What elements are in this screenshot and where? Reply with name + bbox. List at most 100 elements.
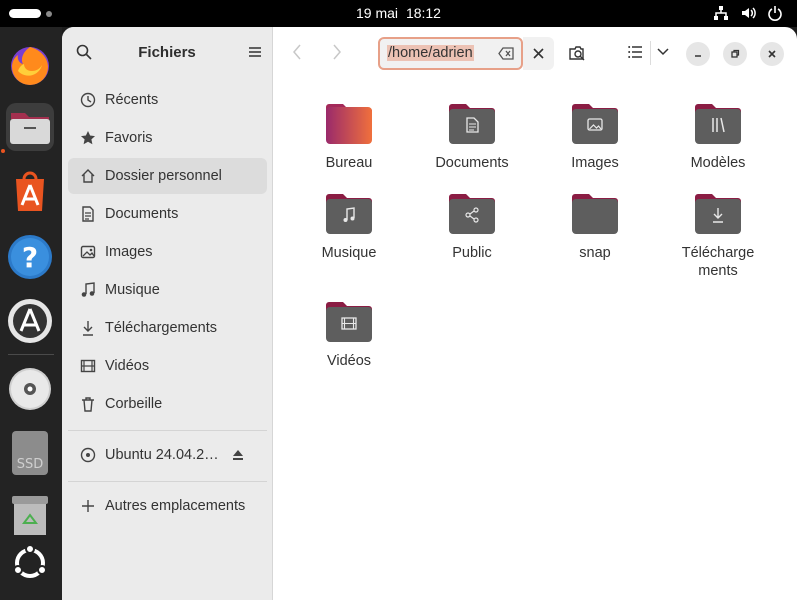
folder-music[interactable]: Musique xyxy=(299,193,399,262)
search-files-icon[interactable] xyxy=(568,44,588,62)
clear-text-icon[interactable] xyxy=(498,47,514,60)
eject-icon[interactable] xyxy=(232,449,244,461)
ssd-icon: SSD xyxy=(12,431,48,475)
sidebar-item-other-locations[interactable]: Autres emplacements xyxy=(68,488,267,524)
sidebar: Fichiers Récents Favoris Dossier personn… xyxy=(62,27,273,600)
minimize-icon xyxy=(695,55,701,57)
file-label: Vidéos xyxy=(326,353,372,369)
desktop-folder-icon xyxy=(325,103,373,145)
sidebar-item-home[interactable]: Dossier personnel xyxy=(68,158,267,194)
disc-icon xyxy=(9,368,51,410)
power-icon xyxy=(768,6,782,21)
trash-icon xyxy=(12,496,48,535)
disc-launcher[interactable] xyxy=(6,365,54,413)
files-icon xyxy=(10,113,50,144)
firefox-launcher[interactable] xyxy=(6,41,54,89)
sidebar-item-videos[interactable]: Vidéos xyxy=(68,348,267,384)
file-label: Bureau xyxy=(325,155,373,171)
sidebar-item-label: Corbeille xyxy=(105,396,163,412)
video-icon xyxy=(80,359,96,373)
sidebar-item-label: Musique xyxy=(105,282,160,298)
location-entry[interactable]: /home/adrien xyxy=(378,37,523,70)
folder-public[interactable]: Public xyxy=(422,193,522,262)
svg-text:?: ? xyxy=(22,241,38,274)
help-icon: ? xyxy=(8,235,52,279)
documents-folder-icon xyxy=(448,103,496,145)
forward-icon[interactable] xyxy=(331,43,343,61)
software-updater-launcher[interactable] xyxy=(6,297,54,345)
sidebar-item-label: Récents xyxy=(105,92,159,108)
close-location-button[interactable] xyxy=(523,37,554,70)
back-icon[interactable] xyxy=(291,43,303,61)
templates-folder-icon xyxy=(694,103,742,145)
clock[interactable]: 19 mai 18:12 xyxy=(0,5,797,21)
running-indicator xyxy=(1,149,5,153)
sidebar-item-label: Téléchargements xyxy=(105,320,218,336)
help-launcher[interactable]: ? xyxy=(6,233,54,281)
plus-icon xyxy=(82,500,94,512)
folder-videos[interactable]: Vidéos xyxy=(299,301,399,370)
volume-icon xyxy=(742,7,756,19)
folder-documents[interactable]: Documents xyxy=(422,103,522,172)
folder-desktop[interactable]: Bureau xyxy=(299,103,399,172)
minimize-button[interactable] xyxy=(686,42,710,66)
top-bar: 19 mai 18:12 xyxy=(0,0,797,27)
file-grid: Bureau Documents Images Modèles Musique … xyxy=(273,79,797,600)
sidebar-item-trash[interactable]: Corbeille xyxy=(68,386,267,422)
sidebar-item-images[interactable]: Images xyxy=(68,234,267,270)
list-view-icon[interactable] xyxy=(628,46,642,58)
sidebar-item-downloads[interactable]: Téléchargements xyxy=(68,310,267,346)
trash-icon xyxy=(82,397,94,412)
disc-icon xyxy=(80,447,96,463)
sidebar-item-volume[interactable]: Ubuntu 24.04.2… xyxy=(68,437,267,473)
clock-icon xyxy=(80,92,96,108)
system-tray[interactable] xyxy=(713,5,783,21)
music-icon xyxy=(81,282,95,297)
sidebar-item-label: Autres emplacements xyxy=(105,498,246,514)
trash-launcher[interactable] xyxy=(6,491,54,539)
restore-icon xyxy=(731,49,740,58)
sidebar-item-favorites[interactable]: Favoris xyxy=(68,120,267,156)
software-updater-icon xyxy=(8,299,52,343)
image-icon xyxy=(80,245,96,259)
maximize-button[interactable] xyxy=(723,42,747,66)
hamburger-menu-icon[interactable] xyxy=(248,45,262,59)
sidebar-divider xyxy=(68,481,267,482)
file-label: Documents xyxy=(435,155,509,171)
sidebar-item-label: Vidéos xyxy=(105,358,150,374)
sidebar-item-recents[interactable]: Récents xyxy=(68,82,267,118)
show-apps-icon xyxy=(13,544,47,578)
sidebar-item-label: Favoris xyxy=(105,130,153,146)
network-icon xyxy=(714,6,728,20)
close-window-button[interactable] xyxy=(760,42,784,66)
sidebar-item-documents[interactable]: Documents xyxy=(68,196,267,232)
folder-snap[interactable]: snap xyxy=(545,193,645,262)
header-bar: /home/adrien xyxy=(273,27,797,79)
downloads-folder-icon xyxy=(694,193,742,235)
app-title: Fichiers xyxy=(138,44,196,61)
app-center-launcher[interactable] xyxy=(6,167,54,215)
show-apps-launcher[interactable] xyxy=(6,539,54,587)
files-launcher[interactable] xyxy=(6,103,54,151)
folder-images[interactable]: Images xyxy=(545,103,645,172)
dock-separator xyxy=(8,354,54,355)
ssd-label: SSD xyxy=(17,457,44,472)
public-folder-icon xyxy=(448,193,496,235)
document-icon xyxy=(82,206,94,222)
file-label: Public xyxy=(452,245,492,261)
close-icon xyxy=(533,48,544,59)
folder-templates[interactable]: Modèles xyxy=(668,103,768,172)
file-label: Modèles xyxy=(690,155,746,171)
file-label: Musique xyxy=(321,245,377,261)
folder-downloads[interactable]: Télécharge ments xyxy=(668,193,768,280)
sidebar-item-music[interactable]: Musique xyxy=(68,272,267,308)
file-label: Télécharge ments xyxy=(681,245,755,279)
header-separator xyxy=(650,41,651,65)
sidebar-item-label: Images xyxy=(105,244,153,260)
chevron-down-icon[interactable] xyxy=(657,48,669,56)
dock: ? SSD xyxy=(0,27,62,600)
location-path[interactable]: /home/adrien xyxy=(387,45,474,61)
ssd-launcher[interactable]: SSD xyxy=(6,429,54,477)
close-icon xyxy=(768,50,776,58)
folder-icon xyxy=(571,193,619,235)
